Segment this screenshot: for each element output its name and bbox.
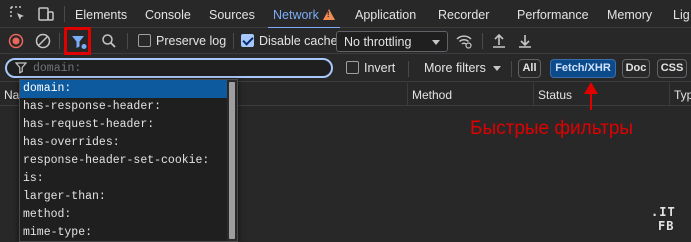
tab-elements[interactable]: Elements <box>75 0 127 28</box>
disable-cache-checkbox[interactable] <box>241 34 254 47</box>
autocomplete-item[interactable]: mime-type: <box>20 224 228 242</box>
filter-divider <box>408 61 409 77</box>
device-toolbar-icon[interactable] <box>37 5 55 23</box>
search-icon[interactable] <box>101 33 117 52</box>
column-method[interactable]: Method <box>407 83 533 106</box>
chevron-down-icon <box>432 40 440 45</box>
autocomplete-item[interactable]: method: <box>20 206 228 224</box>
tab-memory[interactable]: Memory <box>607 0 652 28</box>
tab-network-label: Network <box>273 8 319 22</box>
chevron-down-icon <box>492 66 501 72</box>
disable-cache-label: Disable cache <box>259 34 338 48</box>
filter-divider <box>511 61 512 77</box>
toolbar-divider <box>233 33 234 49</box>
autocomplete-scrollbar-thumb[interactable] <box>229 82 235 239</box>
autocomplete-item[interactable]: has-response-header: <box>20 98 228 116</box>
autocomplete-item[interactable]: larger-than: <box>20 188 228 206</box>
tab-recorder[interactable]: Recorder <box>438 0 489 28</box>
annotation-text: Быстрые фильтры <box>470 118 634 139</box>
export-har-icon[interactable] <box>517 32 533 53</box>
warning-icon <box>322 9 335 20</box>
clear-icon[interactable] <box>35 33 51 52</box>
network-conditions-icon[interactable] <box>455 32 473 53</box>
more-filters-button[interactable]: More filters <box>424 61 501 75</box>
tab-sources[interactable]: Sources <box>209 0 255 28</box>
inspect-element-icon[interactable] <box>9 5 27 23</box>
filter-type-fetch-xhr[interactable]: Fetch/XHR <box>550 59 616 78</box>
toolbar-divider <box>482 33 483 49</box>
column-name[interactable]: Na <box>0 83 20 106</box>
filter-autocomplete: domain: has-response-header: has-request… <box>19 79 238 242</box>
preserve-log-checkbox[interactable] <box>138 34 151 47</box>
column-status[interactable]: Status <box>533 83 669 106</box>
toolbar-divider <box>59 33 60 49</box>
record-icon[interactable] <box>8 33 24 52</box>
autocomplete-item[interactable]: is: <box>20 170 228 188</box>
filter-type-doc[interactable]: Doc <box>622 59 650 78</box>
autocomplete-item[interactable]: response-header-set-cookie: <box>20 152 228 170</box>
tab-performance[interactable]: Performance <box>517 0 589 28</box>
filter-button-highlight <box>64 27 91 55</box>
filter-field[interactable] <box>5 58 333 78</box>
annotation-arrow-line <box>590 92 592 110</box>
autocomplete-item[interactable]: has-overrides: <box>20 134 228 152</box>
filter-type-all[interactable]: All <box>518 59 541 78</box>
invert-checkbox[interactable] <box>346 61 359 74</box>
tab-lighthouse[interactable]: Lig <box>673 0 690 28</box>
throttling-select[interactable]: No throttling <box>336 31 448 52</box>
column-type[interactable]: Typ <box>669 83 691 106</box>
devtools-tab-bar: Elements Console Sources Network Applica… <box>0 0 691 29</box>
toolbar-divider <box>127 33 128 49</box>
autocomplete-item[interactable]: domain: <box>20 80 228 98</box>
tab-network[interactable]: Network <box>268 0 340 29</box>
watermark-line: FB <box>658 219 675 233</box>
preserve-log-label: Preserve log <box>156 34 227 48</box>
autocomplete-item[interactable]: has-request-header: <box>20 116 228 134</box>
watermark-line: .IT <box>651 205 676 219</box>
throttling-value: No throttling <box>344 35 412 49</box>
more-filters-label: More filters <box>424 61 486 75</box>
tab-bar-divider <box>64 6 65 22</box>
tab-console[interactable]: Console <box>145 0 191 28</box>
import-har-icon[interactable] <box>491 32 507 53</box>
filter-input[interactable] <box>33 61 323 76</box>
watermark-logo: .IT FB <box>651 205 676 233</box>
tab-application[interactable]: Application <box>355 0 416 28</box>
invert-label: Invert <box>364 61 396 75</box>
autocomplete-scrollbar[interactable] <box>227 80 237 241</box>
filter-type-css[interactable]: CSS <box>657 59 687 78</box>
filter-funnel-icon <box>14 61 28 78</box>
